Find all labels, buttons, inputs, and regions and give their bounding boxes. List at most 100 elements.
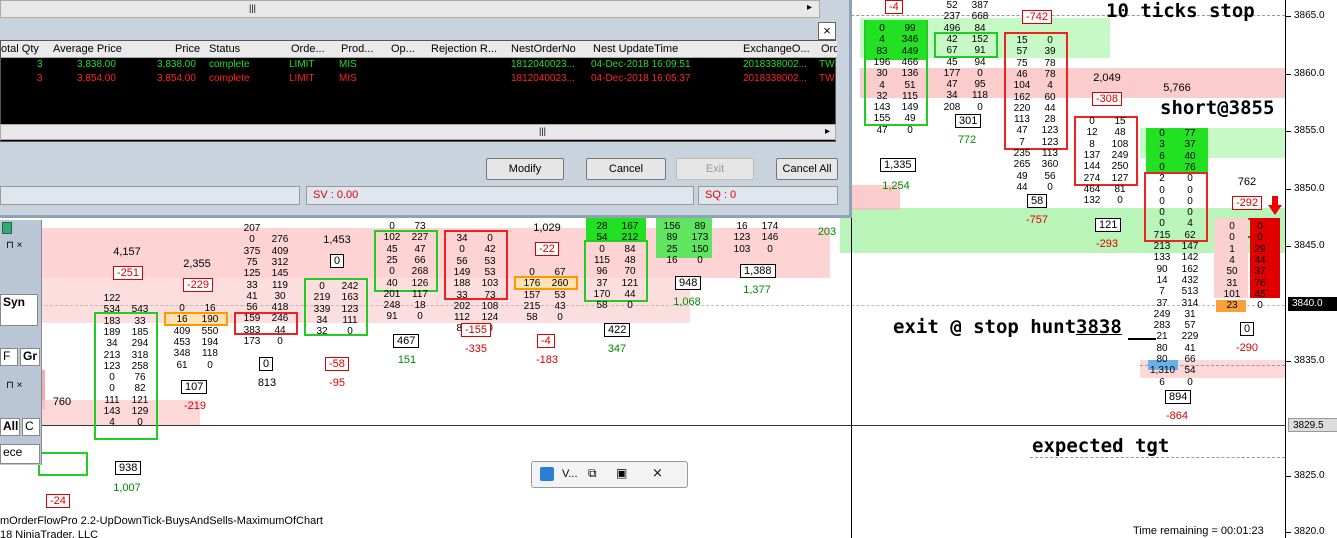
scroll-right-icon[interactable]: ▸ [825,126,830,137]
bid-cell: 89 [666,232,678,244]
grid-scrollbar[interactable]: ||| ▸ [0,124,836,140]
horizontal-scrollbar[interactable]: ||| ▸ [0,0,820,18]
ask-cell: 30 [274,290,286,302]
minimized-window[interactable]: V... ⧉ ▣ ⨯ [531,461,688,488]
rece-button[interactable]: ece [0,444,40,464]
ask-cell: 89 [694,221,706,232]
ask-cell: 0 [1187,184,1193,196]
ask-cell: 668 [971,11,989,23]
ask-cell: 276 [271,234,289,246]
col-status[interactable]: Status [209,43,279,55]
ask-cell: 0 [557,312,563,324]
col-total-qty[interactable]: otal Qty [1,43,45,55]
ask-cell: 0 [277,336,283,347]
bid-cell: 122 [103,293,121,304]
bid-cell: 248 [383,300,401,312]
ask-cell: 0 [207,359,213,371]
f-tab[interactable]: F [0,348,18,366]
ask-cell: 0 [487,233,493,244]
ask-cell: 0 [1047,181,1053,193]
col-order[interactable]: Orde... [291,43,335,55]
bar-volbox: 894 [1165,390,1192,404]
close-button[interactable]: × [818,22,836,40]
bid-cell: 47 [1016,125,1028,137]
col-exchange[interactable]: ExchangeO... [743,43,815,55]
cell-avg: 3,838.00 [77,59,116,70]
close-icon[interactable]: ⨯ [652,465,663,481]
bar-delta: -22 [535,242,559,256]
all-tab[interactable]: All [0,418,20,436]
scroll-right-icon[interactable]: ▸ [807,2,812,13]
exit-button[interactable]: Exit [676,158,754,180]
price-tick: 3855.0 [1286,125,1337,136]
bid-cell: 28 [596,221,608,232]
ask-cell: 387 [971,0,989,11]
bid-cell: 213 [103,349,121,361]
ask-cell: 76 [134,372,146,384]
pin-icon[interactable]: ⊓ × [6,380,22,391]
ask-cell: 33 [134,315,146,327]
price-axis[interactable]: 3865.0 3860.0 3855.0 3850.0 3845.0 3835.… [1285,0,1337,538]
ask-cell: 95 [974,79,986,91]
bar-total: -183 [535,354,559,366]
bid-cell: 156 [663,221,681,232]
c-tab[interactable]: C [22,418,40,436]
col-average-price[interactable]: Average Price [53,43,123,55]
ask-cell: 162 [1181,263,1199,275]
ask-cell: 43 [554,300,566,312]
col-ord[interactable]: Ord [821,43,837,55]
cancel-button[interactable]: Cancel [586,158,666,180]
modify-button[interactable]: Modify [486,158,564,180]
bid-cell: 534 [103,304,121,316]
bid-cell: 67 [946,45,958,57]
cancel-all-button[interactable]: Cancel All [776,158,838,180]
bid-cell: 143 [103,406,121,417]
bar-volbox: 467 [393,334,420,348]
bid-cell: 37 [596,277,608,289]
ask-cell: 29 [1254,243,1266,255]
bid-cell: 157 [523,289,541,301]
bid-cell: 235 [1013,148,1031,159]
bid-cell: 103 [733,243,751,255]
ask-cell: 294 [131,338,149,350]
order-book-window[interactable]: ||| ▸ × otal Qty Average Price Price Sta… [0,0,852,218]
col-nest-order[interactable]: NestOrderNo [511,43,585,55]
ask-cell: 149 [901,102,919,114]
col-product[interactable]: Prod... [341,43,385,55]
maximize-icon[interactable]: ▣ [616,466,627,480]
underline-mark [1128,338,1156,340]
col-update-time[interactable]: Nest UpdateTime [593,43,733,55]
pin-icon[interactable]: ⊓ × [6,240,22,251]
price-tick: 3850.0 [1286,183,1337,194]
cell-ord: TW [819,59,835,70]
ask-cell: 117 [412,288,428,300]
ask-cell: 550 [201,325,219,337]
bar-delta: -229 [183,278,214,292]
gr-tab[interactable]: Gr [20,348,40,366]
table-row[interactable]: 3 3,838.00 3,838.00 complete LIMIT MIS 1… [1,59,837,71]
ask-cell: 4 [1047,80,1053,92]
bid-cell: 207 [243,223,261,234]
bar-box[interactable] [38,452,88,476]
bid-cell: 274 [1083,172,1101,184]
cell-time: 04-Dec-2018 16:09:51 [591,59,691,70]
left-side-panel[interactable]: ⊓ × Syn F Gr ⊓ × All C ece [0,220,42,465]
col-price[interactable]: Price [175,43,205,55]
ask-cell: 258 [131,360,149,372]
col-op[interactable]: Op... [391,43,425,55]
restore-icon[interactable]: ⧉ [588,466,597,481]
syn-button[interactable]: Syn [0,294,38,326]
ask-cell: 449 [901,45,919,57]
ask-cell: 229 [1181,331,1199,343]
ask-cell: 0 [907,124,913,136]
ask-cell: 56 [1044,170,1056,182]
ask-cell: 51 [904,79,916,91]
bid-cell: 0 [1159,128,1165,139]
ask-cell: 0 [1187,173,1193,185]
bid-cell: 80 [1156,342,1168,354]
bid-cell: 61 [176,359,188,371]
col-rejection[interactable]: Rejection R... [431,43,503,55]
ask-cell: 76 [1184,161,1196,173]
table-row[interactable]: 3 3,854.00 3,854.00 complete LIMIT MIS 1… [1,73,837,85]
bid-cell: 33 [456,289,468,301]
